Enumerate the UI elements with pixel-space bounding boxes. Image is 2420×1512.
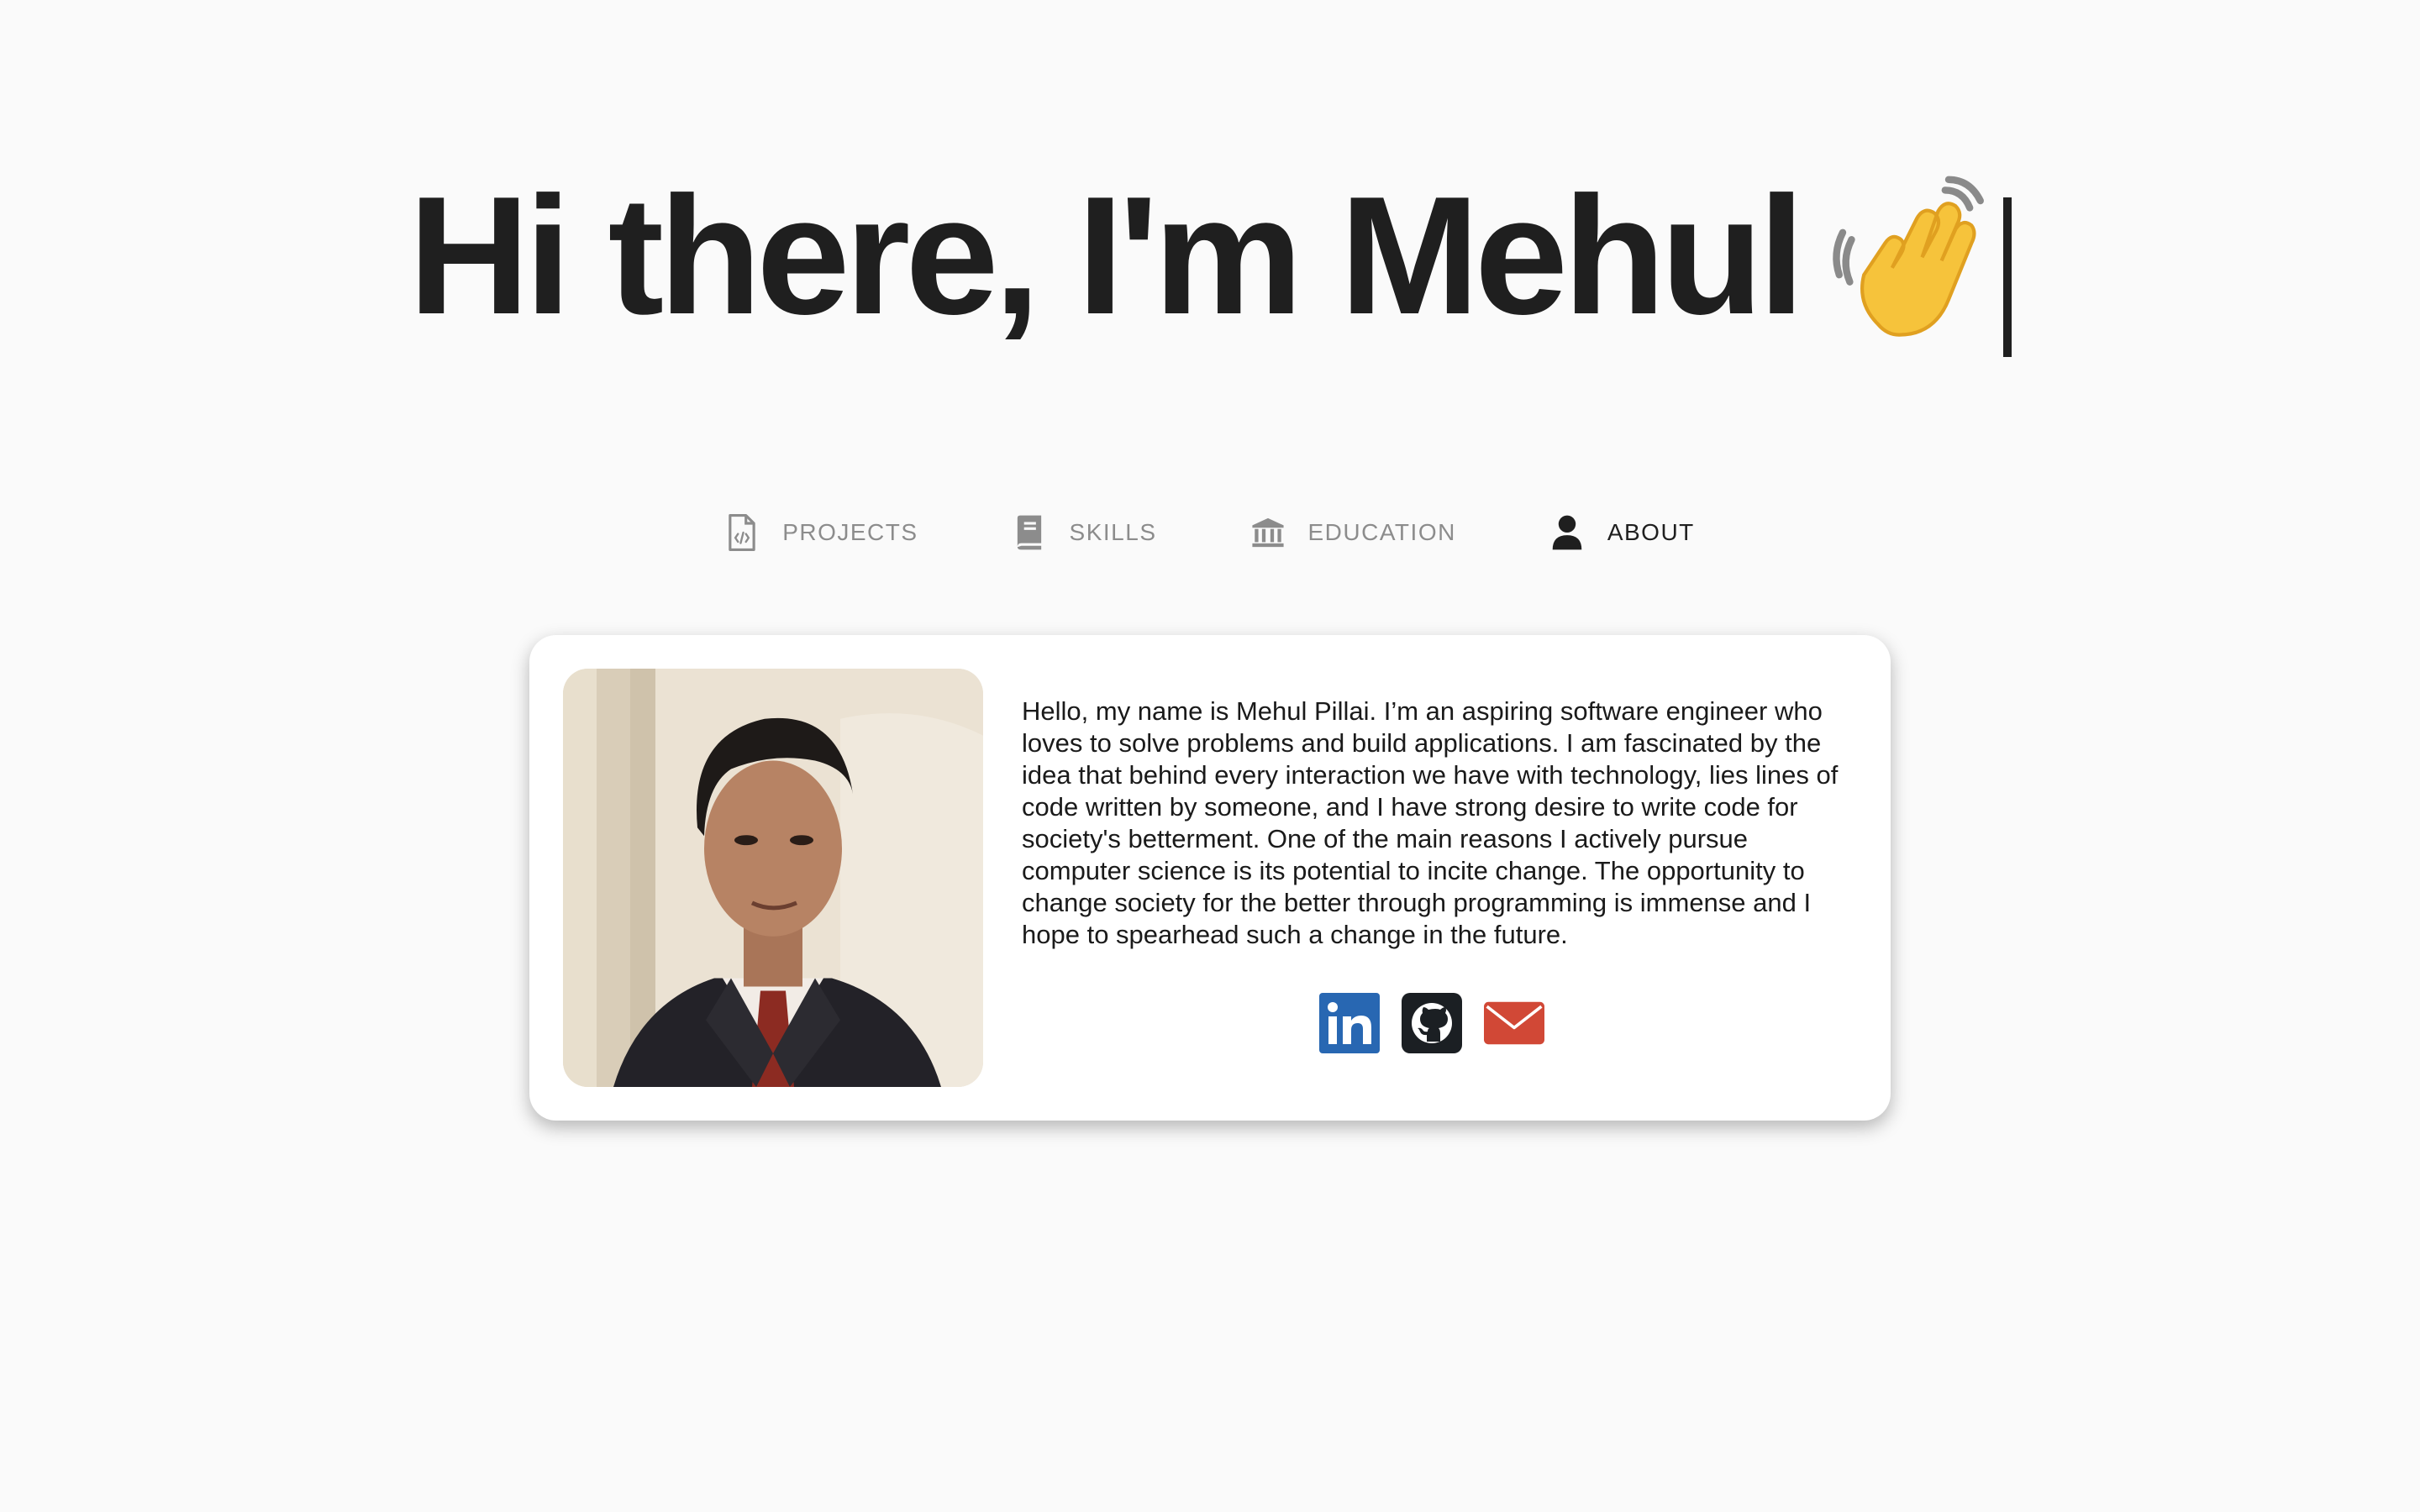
waving-hand-icon bbox=[1825, 165, 2002, 342]
tab-label: PROJECTS bbox=[782, 519, 918, 545]
github-icon[interactable] bbox=[1402, 993, 1462, 1053]
tab-label: ABOUT bbox=[1607, 519, 1695, 545]
tab-skills[interactable]: SKILLS bbox=[965, 507, 1204, 558]
university-icon bbox=[1251, 514, 1285, 551]
hero-heading: Hi there, I'm Mehul bbox=[0, 155, 2420, 358]
page: Hi there, I'm Mehul PROJECTS SKILLS EDUC… bbox=[0, 0, 2420, 1512]
bio-text: Hello, my name is Mehul Pillai. I’m an a… bbox=[1022, 696, 1839, 949]
tab-label: EDUCATION bbox=[1307, 519, 1456, 545]
tab-education[interactable]: EDUCATION bbox=[1204, 507, 1503, 558]
tab-projects[interactable]: PROJECTS bbox=[678, 507, 965, 558]
code-file-icon bbox=[725, 514, 759, 551]
hero-title: Hi there, I'm Mehul bbox=[408, 162, 1805, 349]
user-icon bbox=[1550, 514, 1584, 551]
tab-about[interactable]: ABOUT bbox=[1503, 507, 1742, 558]
tab-label: SKILLS bbox=[1069, 519, 1157, 545]
section-tabs: PROJECTS SKILLS EDUCATION ABOUT bbox=[0, 507, 2420, 558]
book-icon bbox=[1013, 514, 1046, 551]
profile-photo bbox=[563, 669, 983, 1087]
about-card: Hello, my name is Mehul Pillai. I’m an a… bbox=[529, 635, 1891, 1121]
typing-cursor bbox=[2003, 197, 2012, 358]
email-icon[interactable] bbox=[1484, 993, 1544, 1053]
linkedin-icon[interactable] bbox=[1319, 993, 1380, 1053]
social-links bbox=[1319, 993, 1544, 1053]
